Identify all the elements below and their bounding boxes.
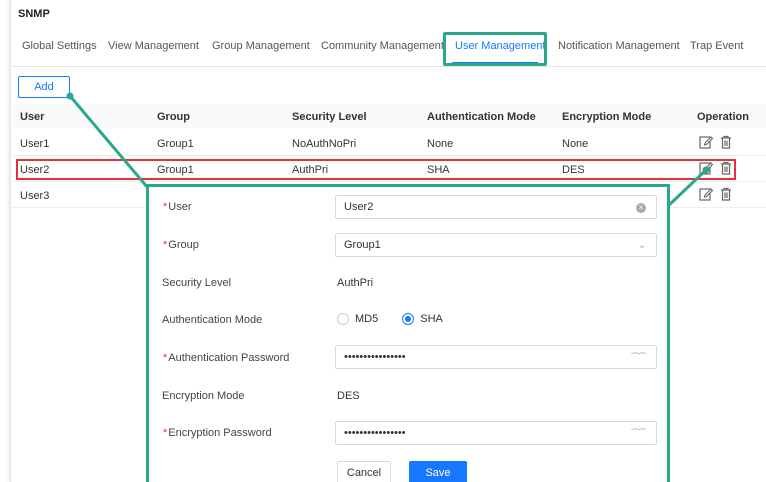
selected-row-annotation-box bbox=[16, 159, 736, 180]
cell-user: User3 bbox=[20, 190, 50, 202]
cell-security-level: NoAuthNoPri bbox=[292, 138, 357, 150]
column-header-security-level: Security Level bbox=[292, 111, 367, 123]
encryption-password-label: *Encryption Password bbox=[163, 427, 272, 439]
column-header-group: Group bbox=[157, 111, 190, 123]
authentication-password-label-text: Authentication Password bbox=[168, 352, 290, 364]
cell-authentication-mode: None bbox=[427, 138, 454, 150]
table-header: User Group Security Level Authentication… bbox=[12, 104, 766, 128]
active-tab-annotation-box bbox=[443, 32, 547, 66]
column-header-authentication-mode: Authentication Mode bbox=[427, 111, 536, 123]
radio-md5[interactable] bbox=[337, 313, 349, 325]
group-select[interactable]: Group1 ⌄ bbox=[335, 233, 657, 257]
chevron-down-icon: ⌄ bbox=[637, 240, 646, 251]
tab-community-management[interactable]: Community Management bbox=[321, 40, 444, 52]
authentication-password-value: •••••••••••••••• bbox=[344, 351, 406, 363]
required-mark: * bbox=[163, 427, 168, 439]
cell-user: User1 bbox=[20, 138, 50, 150]
encryption-mode-value: DES bbox=[337, 390, 360, 402]
column-header-encryption-mode: Encryption Mode bbox=[562, 111, 652, 123]
group-label-text: Group bbox=[168, 239, 199, 251]
security-level-value: AuthPri bbox=[337, 277, 374, 289]
radio-md5-label: MD5 bbox=[355, 313, 379, 325]
eye-closed-icon[interactable]: ⁀⁀ bbox=[632, 429, 646, 440]
authentication-password-label: *Authentication Password bbox=[163, 352, 289, 364]
save-button[interactable]: Save bbox=[409, 461, 467, 482]
user-field-value: User2 bbox=[344, 201, 374, 213]
encryption-password-field[interactable]: •••••••••••••••• ⁀⁀ bbox=[335, 421, 657, 445]
authentication-mode-radio-group: MD5 SHA bbox=[337, 313, 443, 325]
table-row: User1 Group1 NoAuthNoPri None None bbox=[12, 130, 766, 156]
cell-encryption-mode: None bbox=[562, 138, 589, 150]
required-mark: * bbox=[163, 201, 168, 213]
user-label-text: User bbox=[168, 201, 192, 213]
encryption-mode-label: Encryption Mode bbox=[162, 390, 245, 402]
group-field-label: *Group bbox=[163, 239, 199, 251]
tab-bar: Global Settings View Management Group Ma… bbox=[0, 30, 766, 66]
clear-icon[interactable]: × bbox=[636, 203, 646, 213]
tab-global-settings[interactable]: Global Settings bbox=[22, 40, 97, 52]
tabs-divider bbox=[12, 66, 766, 67]
column-header-operation: Operation bbox=[697, 111, 749, 123]
tab-group-management[interactable]: Group Management bbox=[212, 40, 310, 52]
edit-icon[interactable] bbox=[698, 186, 714, 202]
delete-icon[interactable] bbox=[718, 186, 734, 202]
authentication-password-field[interactable]: •••••••••••••••• ⁀⁀ bbox=[335, 345, 657, 369]
radio-sha[interactable] bbox=[402, 313, 415, 325]
group-select-value: Group1 bbox=[344, 239, 381, 251]
security-level-label: Security Level bbox=[162, 277, 232, 289]
edit-user-panel: *User User2 × *Group Group1 ⌄ Security L… bbox=[146, 184, 670, 482]
tab-trap-event[interactable]: Trap Event bbox=[690, 40, 743, 52]
delete-icon[interactable] bbox=[718, 134, 734, 150]
cell-group: Group1 bbox=[157, 138, 194, 150]
page-title: SNMP bbox=[18, 8, 50, 20]
tab-notification-management[interactable]: Notification Management bbox=[558, 40, 680, 52]
user-field[interactable]: User2 × bbox=[335, 195, 657, 219]
required-mark: * bbox=[163, 239, 168, 251]
eye-closed-icon[interactable]: ⁀⁀ bbox=[632, 353, 646, 364]
tab-view-management[interactable]: View Management bbox=[108, 40, 199, 52]
edit-icon[interactable] bbox=[698, 134, 714, 150]
encryption-password-label-text: Encryption Password bbox=[168, 427, 272, 439]
required-mark: * bbox=[163, 352, 168, 364]
column-header-user: User bbox=[20, 111, 45, 123]
user-field-label: *User bbox=[163, 201, 192, 213]
encryption-password-value: •••••••••••••••• bbox=[344, 427, 406, 439]
radio-sha-label: SHA bbox=[420, 313, 443, 325]
authentication-mode-label: Authentication Mode bbox=[162, 314, 263, 326]
add-user-button[interactable]: Add bbox=[18, 76, 70, 98]
cancel-button[interactable]: Cancel bbox=[337, 461, 391, 482]
